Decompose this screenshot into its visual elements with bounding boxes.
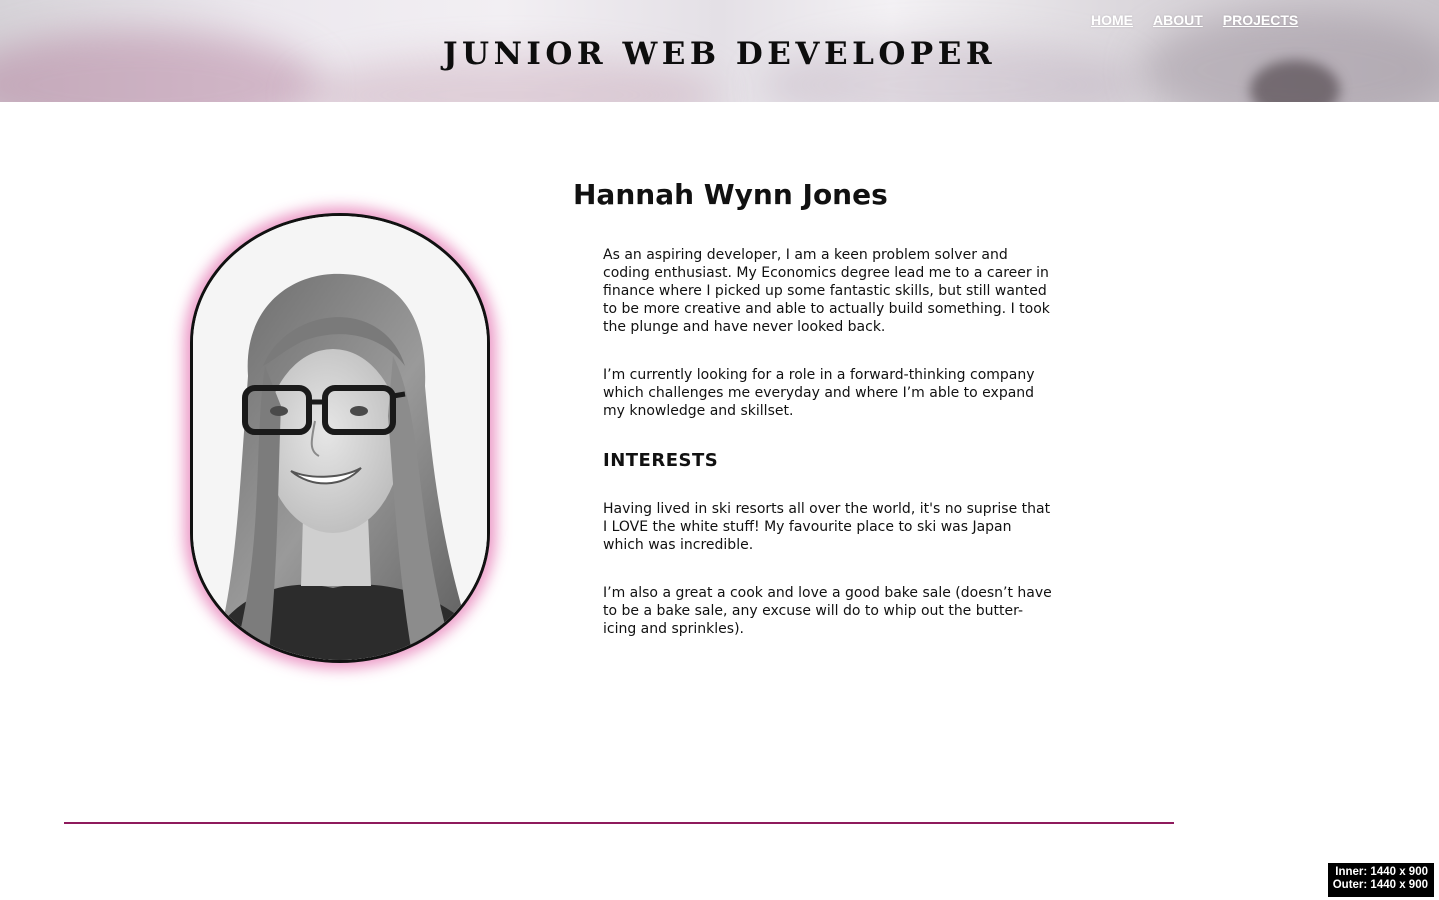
site-title: JUNIOR WEB DEVELOPER: [442, 36, 997, 72]
portrait-photo-icon: [193, 216, 487, 660]
profile-photo: [190, 213, 490, 663]
viewport-size-badge: Inner: 1440 x 900 Outer: 1440 x 900: [1328, 863, 1434, 897]
viewport-outer-label: Outer: 1440 x 900: [1332, 879, 1428, 891]
nav-about-link[interactable]: ABOUT: [1153, 12, 1203, 28]
interests-paragraph: Having lived in ski resorts all over the…: [603, 501, 1051, 553]
main-nav: HOME ABOUT PROJECTS: [1091, 12, 1298, 28]
nav-projects-link[interactable]: PROJECTS: [1223, 12, 1298, 28]
interests-paragraph: I’m also a great a cook and love a good …: [603, 585, 1052, 637]
nav-home-link[interactable]: HOME: [1091, 12, 1133, 28]
about-paragraph: As an aspiring developer, I am a keen pr…: [603, 247, 1050, 335]
viewport-inner-label: Inner: 1440 x 900: [1335, 866, 1428, 878]
profile-content: As an aspiring developer, I am a keen pr…: [603, 246, 1053, 638]
footer-divider: [64, 822, 1174, 824]
interests-heading: INTERESTS: [603, 450, 719, 471]
about-paragraph: I’m currently looking for a role in a fo…: [603, 367, 1035, 419]
profile-name: Hannah Wynn Jones: [573, 178, 888, 211]
site-header: HOME ABOUT PROJECTS JUNIOR WEB DEVELOPER: [0, 0, 1439, 102]
